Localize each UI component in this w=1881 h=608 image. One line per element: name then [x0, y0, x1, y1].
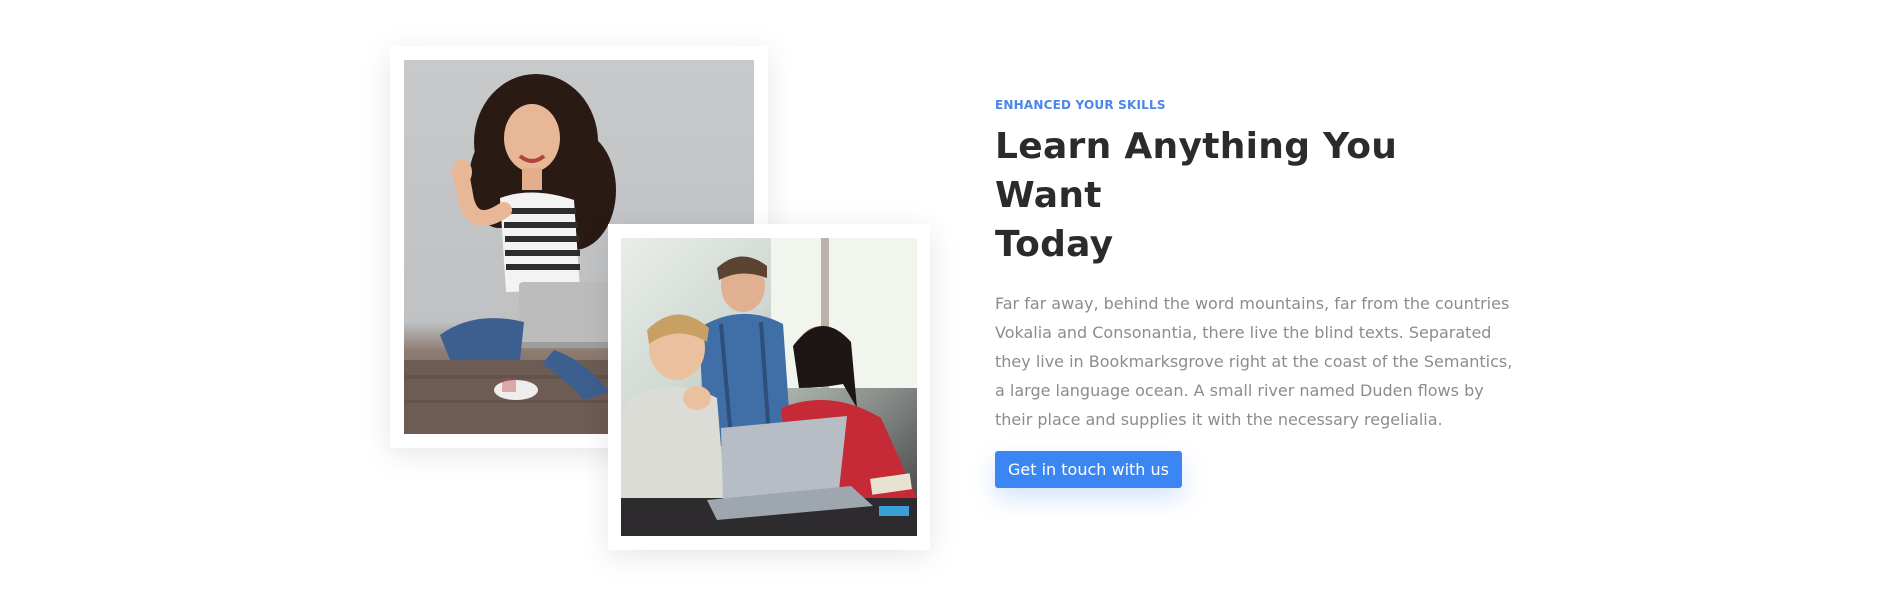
- heading-line-2: Today: [995, 224, 1114, 265]
- heading-line-1: Learn Anything You Want: [995, 126, 1398, 216]
- photo-frame-secondary: [608, 224, 930, 550]
- section-heading: Learn Anything You Want Today: [995, 122, 1515, 269]
- section-eyebrow: ENHANCED YOUR SKILLS: [995, 98, 1166, 112]
- about-section: ENHANCED YOUR SKILLS Learn Anything You …: [0, 0, 1881, 608]
- section-description: Far far away, behind the word mountains,…: [995, 294, 1513, 429]
- about-content: ENHANCED YOUR SKILLS Learn Anything You …: [995, 98, 1515, 488]
- get-in-touch-button[interactable]: Get in touch with us: [995, 451, 1183, 488]
- students-with-laptop-photo: [621, 238, 917, 536]
- students-illustration: [621, 238, 917, 536]
